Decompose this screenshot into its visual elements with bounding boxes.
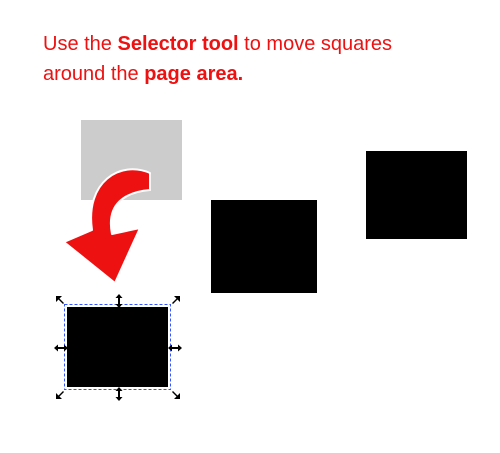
stretch-handle-right-icon[interactable]	[166, 339, 184, 357]
instruction-line-2: around the page area.	[43, 59, 483, 89]
instruction-line-1: Use the Selector tool to move squares	[43, 29, 483, 59]
page-area[interactable]: Use the Selector tool to move squares ar…	[0, 0, 500, 453]
scale-handle-top-right-icon[interactable]	[166, 292, 184, 310]
selected-square[interactable]	[67, 307, 168, 387]
scale-handle-top-left-icon[interactable]	[52, 292, 70, 310]
stretch-handle-bottom-icon[interactable]	[110, 385, 128, 403]
square-right[interactable]	[366, 151, 467, 239]
stretch-handle-top-icon[interactable]	[110, 292, 128, 310]
instruction-text-part: Use the	[43, 33, 118, 55]
stretch-handle-left-icon[interactable]	[52, 339, 70, 357]
scale-handle-bottom-left-icon[interactable]	[52, 385, 70, 403]
page-area-label: page area.	[144, 63, 244, 85]
square-middle[interactable]	[211, 200, 317, 293]
instruction-text-part: to move squares	[238, 33, 393, 55]
selector-tool-label: Selector tool	[117, 33, 239, 55]
scale-handle-bottom-right-icon[interactable]	[166, 385, 184, 403]
ghost-square-original-position	[81, 120, 182, 200]
instruction-text: Use the Selector tool to move squares ar…	[43, 29, 483, 89]
instruction-text-part: around the	[43, 63, 145, 85]
